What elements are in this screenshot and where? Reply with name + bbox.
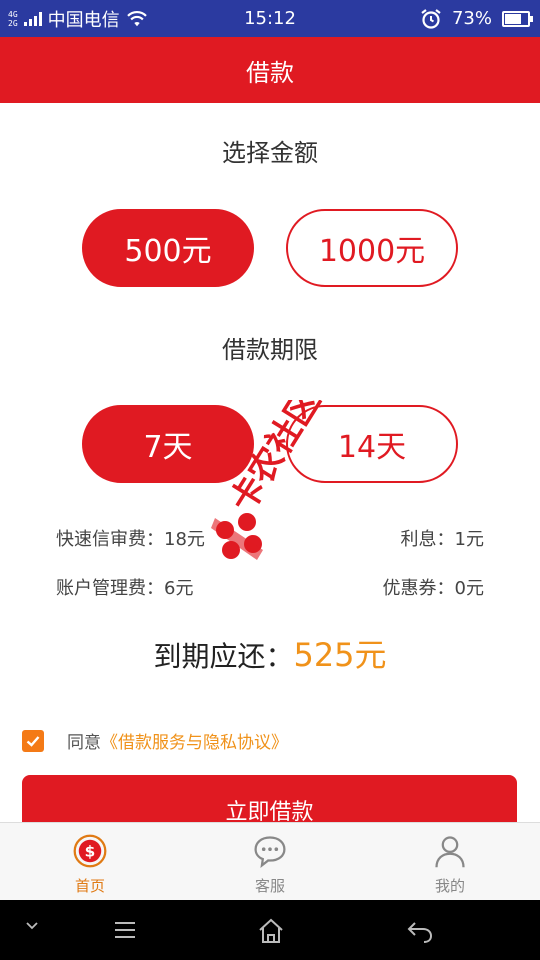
- check-icon: [26, 735, 40, 747]
- tab-customer-service[interactable]: 客服: [180, 823, 360, 900]
- svg-text:$: $: [85, 842, 96, 860]
- fee-row-2: 账户管理费：6元 优惠券：0元: [56, 574, 484, 600]
- status-right: 73%: [420, 0, 533, 37]
- dollar-icon: $: [73, 834, 107, 868]
- account-management-fee: 账户管理费：6元: [56, 578, 194, 599]
- tab-home[interactable]: $ 首页: [0, 823, 180, 900]
- term-options: 7天 14天: [82, 405, 458, 483]
- amount-section-title: 选择金额: [222, 139, 318, 167]
- coupon: 优惠券：0元: [382, 578, 484, 599]
- term-option-14-days[interactable]: 14天: [286, 405, 458, 483]
- repay-amount: 525元: [293, 636, 387, 674]
- tab-mine[interactable]: 我的: [360, 823, 540, 900]
- battery-icon: [502, 10, 533, 27]
- menu-icon[interactable]: [112, 917, 138, 943]
- agreement-row: 同意 《借款服务与隐私协议》: [22, 728, 288, 753]
- chat-icon: [254, 836, 286, 869]
- battery-percent: 73%: [451, 8, 492, 29]
- collapse-icon[interactable]: [24, 917, 40, 933]
- review-fee: 快速信审费：18元: [56, 529, 205, 550]
- agreement-prefix: 同意: [67, 733, 101, 753]
- interest: 利息：1元: [400, 529, 484, 550]
- system-nav-bar: [0, 900, 540, 960]
- agreement-checkbox[interactable]: [22, 729, 44, 752]
- alarm-icon: [421, 8, 441, 29]
- repay-summary: 到期应还：525元: [0, 630, 540, 676]
- amount-option-1000[interactable]: 1000元: [286, 209, 458, 287]
- tab-customer-service-label: 客服: [254, 877, 285, 895]
- term-option-7-days[interactable]: 7天: [82, 405, 254, 483]
- app-header: 借款: [0, 37, 540, 103]
- agreement-link[interactable]: 《借款服务与隐私协议》: [101, 728, 288, 753]
- tab-home-label: 首页: [74, 877, 105, 895]
- fee-row-1: 快速信审费：18元 利息：1元: [56, 525, 484, 551]
- page-title: 借款: [246, 58, 294, 87]
- tab-mine-label: 我的: [434, 877, 465, 895]
- bottom-tab-bar: $ 首页 客服 我的: [0, 822, 540, 900]
- home-icon[interactable]: [257, 917, 285, 945]
- amount-options: 500元 1000元: [82, 209, 458, 287]
- status-bar: 4G 2G 中国电信 15:12 73%: [0, 0, 540, 37]
- user-icon: [435, 836, 465, 868]
- repay-label: 到期应还：: [153, 640, 294, 673]
- amount-option-500[interactable]: 500元: [82, 209, 254, 287]
- term-section-title: 借款期限: [222, 336, 318, 364]
- back-icon[interactable]: [406, 917, 434, 945]
- battery-level: [505, 13, 522, 24]
